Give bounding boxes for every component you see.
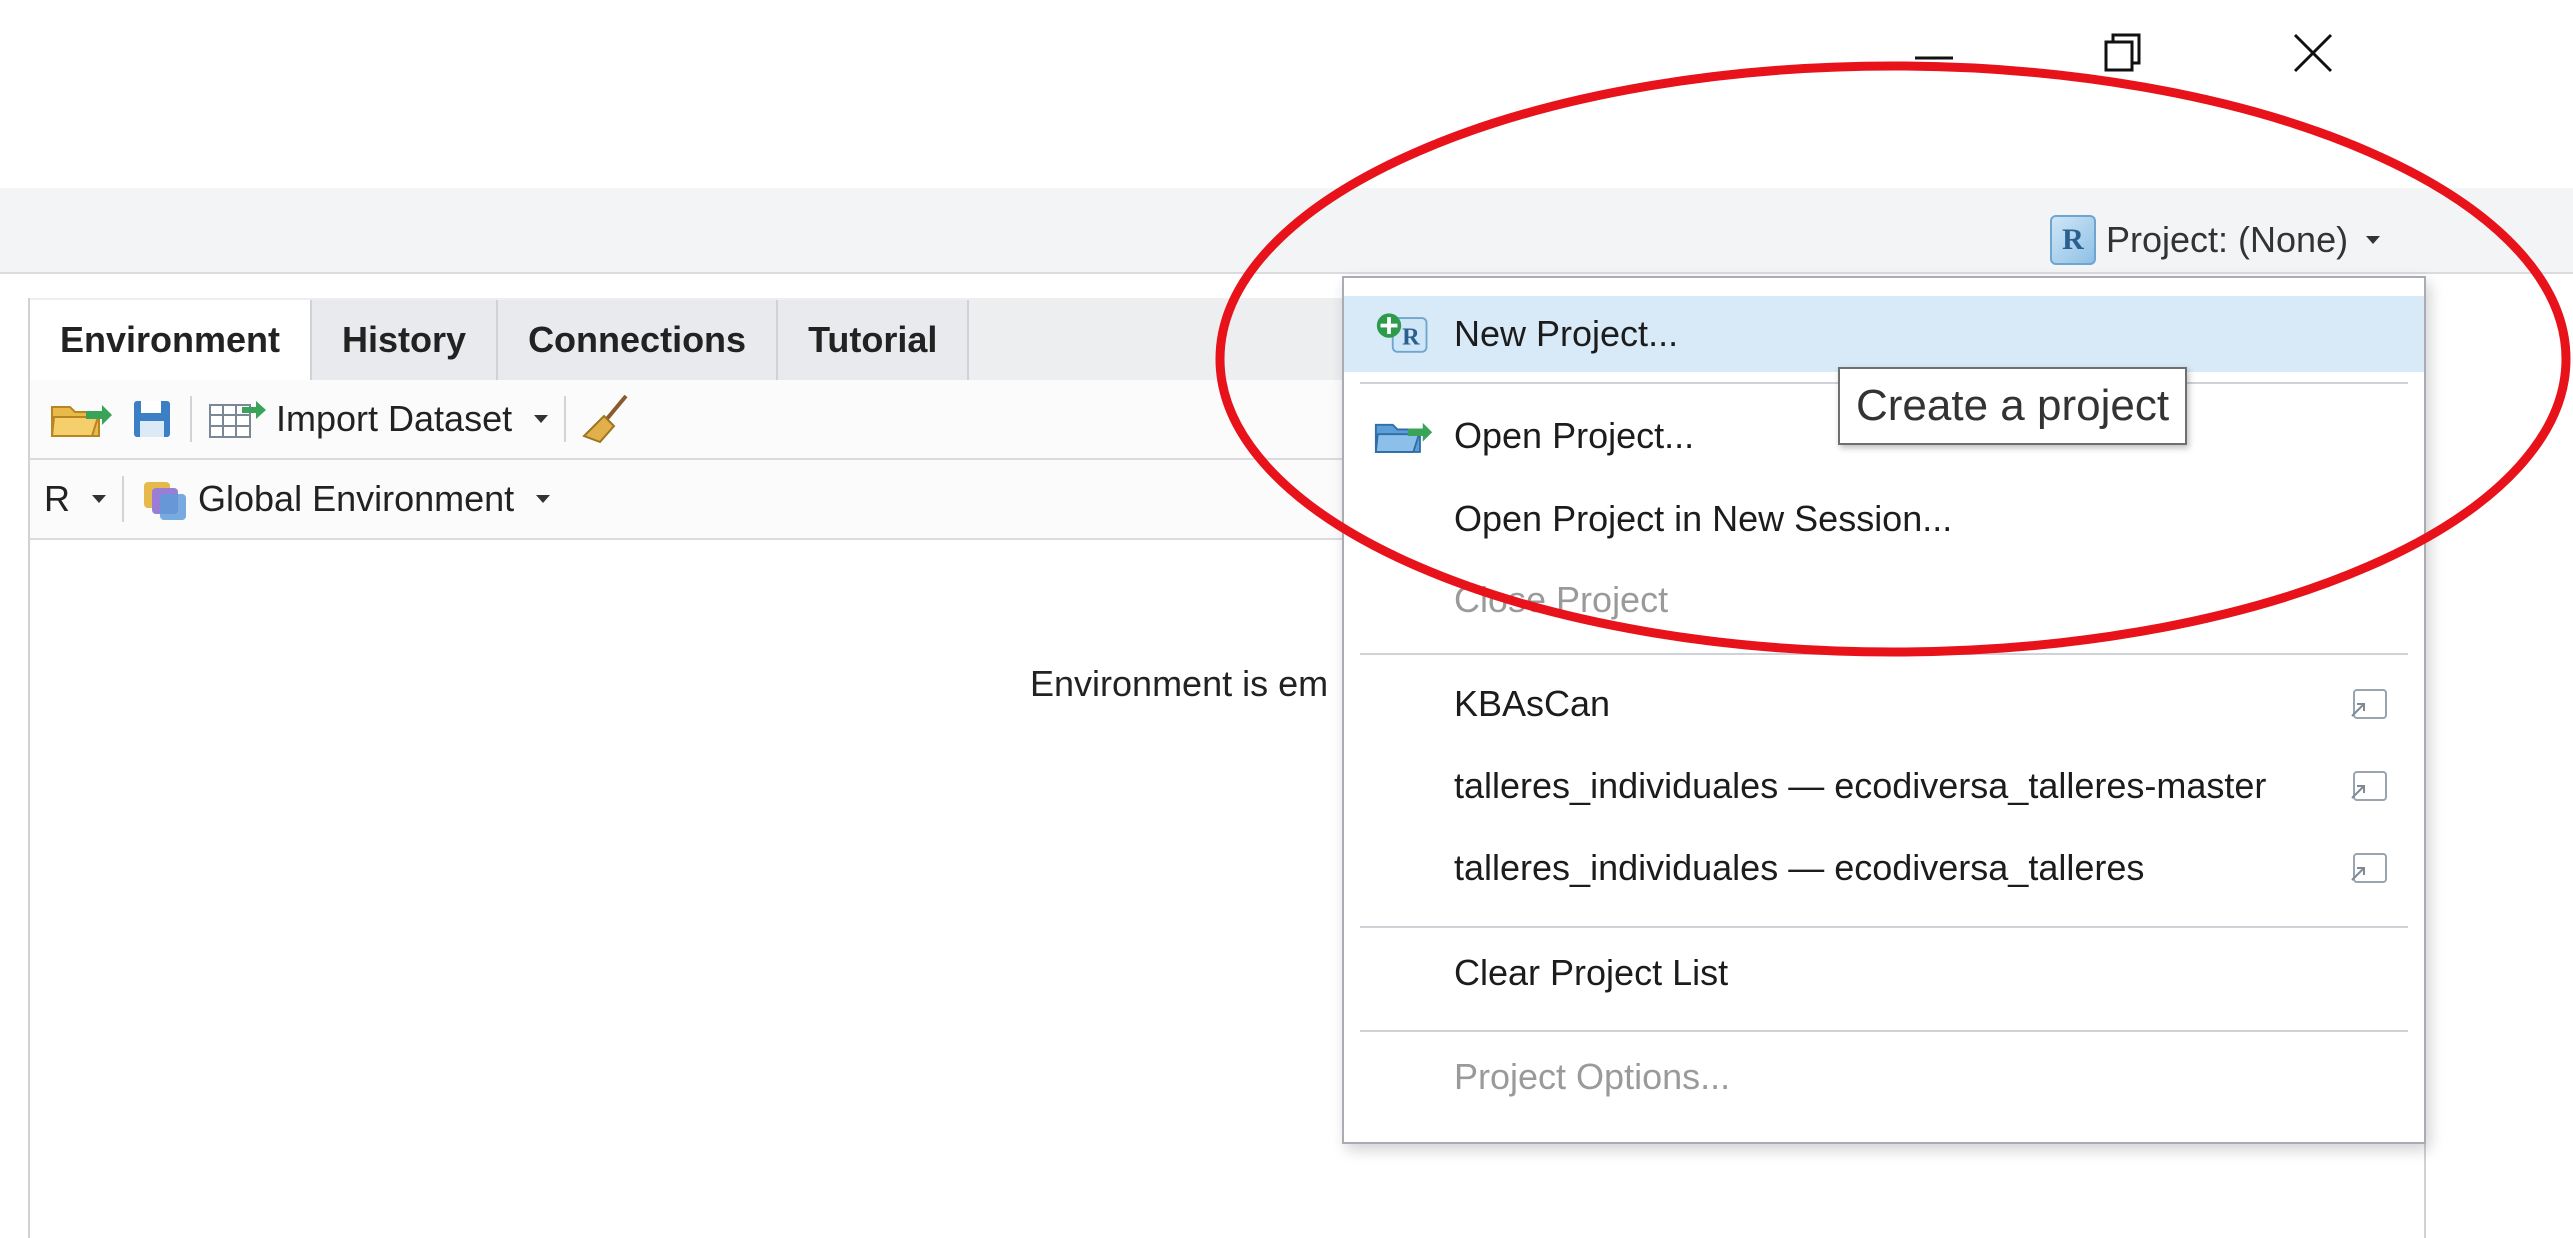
menu-item-label: Project Options... xyxy=(1454,1056,1731,1097)
menu-item-label: New Project... xyxy=(1454,313,1679,354)
menu-item-close-project: Close Project xyxy=(1344,562,2424,638)
r-project-icon: R xyxy=(2050,215,2096,265)
toolbar-separator xyxy=(122,476,124,522)
tooltip: Create a project xyxy=(1838,367,2188,445)
tab-tutorial[interactable]: Tutorial xyxy=(778,300,970,380)
menu-item-clear-project-list[interactable]: Clear Project List xyxy=(1344,935,2424,1011)
open-in-new-session-icon[interactable] xyxy=(2348,686,2390,722)
chevron-down-icon xyxy=(2366,236,2381,244)
recent-project-item[interactable]: talleres_individuales — ecodiversa_talle… xyxy=(1344,830,2424,906)
menu-item-label: Open Project... xyxy=(1454,415,1695,456)
minimize-icon xyxy=(1915,56,1953,60)
open-in-new-session-icon[interactable] xyxy=(2348,850,2390,886)
menu-item-label: Close Project xyxy=(1454,579,1669,620)
menu-item-label: KBAsCan xyxy=(1454,683,1611,724)
table-import-icon xyxy=(209,401,266,438)
new-project-icon: R xyxy=(1374,309,1434,359)
toolbar-separator xyxy=(190,396,192,442)
project-menu-button[interactable]: R Project: (None) xyxy=(2050,210,2381,270)
close-button[interactable] xyxy=(2268,18,2358,88)
menu-item-new-project[interactable]: R New Project... xyxy=(1344,296,2424,372)
toolbar-separator xyxy=(564,396,567,442)
open-folder-icon xyxy=(1374,411,1434,461)
tab-history[interactable]: History xyxy=(312,300,499,380)
menu-separator xyxy=(1360,653,2408,655)
minimize-button[interactable] xyxy=(1889,18,1979,88)
close-icon xyxy=(2293,33,2333,73)
save-workspace-button[interactable] xyxy=(122,397,182,441)
broom-icon xyxy=(582,394,628,444)
clear-workspace-button[interactable] xyxy=(574,394,640,444)
chevron-down-icon xyxy=(534,415,549,423)
chevron-down-icon xyxy=(92,495,106,503)
menu-separator xyxy=(1360,1030,2408,1032)
tab-history-label: History xyxy=(342,319,467,360)
menu-item-project-options: Project Options... xyxy=(1344,1039,2424,1115)
menu-item-label: Clear Project List xyxy=(1454,952,1729,993)
project-menu-label: Project: (None) xyxy=(2106,219,2349,260)
save-icon xyxy=(134,401,170,437)
tab-connections-label: Connections xyxy=(528,319,747,360)
language-selector[interactable]: R xyxy=(30,478,114,520)
restore-button[interactable] xyxy=(2078,18,2168,88)
tab-tutorial-label: Tutorial xyxy=(808,319,938,360)
restore-icon xyxy=(2104,33,2141,72)
import-dataset-button[interactable]: Import Dataset xyxy=(200,397,556,441)
language-label: R xyxy=(44,478,70,519)
environment-icon xyxy=(144,482,186,520)
svg-text:R: R xyxy=(1402,323,1420,350)
tab-environment-label: Environment xyxy=(60,319,281,360)
recent-project-item[interactable]: KBAsCan xyxy=(1344,666,2424,742)
recent-project-item[interactable]: talleres_individuales — ecodiversa_talle… xyxy=(1344,748,2424,824)
tab-connections[interactable]: Connections xyxy=(498,300,779,380)
menu-item-label: talleres_individuales — ecodiversa_talle… xyxy=(1454,765,2267,806)
menu-item-label: talleres_individuales — ecodiversa_talle… xyxy=(1454,847,2145,888)
open-folder-icon xyxy=(50,405,112,437)
load-workspace-button[interactable] xyxy=(30,397,122,441)
import-dataset-label: Import Dataset xyxy=(276,398,513,439)
environment-scope-selector[interactable]: Global Environment xyxy=(132,474,558,524)
environment-empty-message: Environment is em xyxy=(1030,663,1329,704)
menu-item-open-project-new-session[interactable]: Open Project in New Session... xyxy=(1344,481,2424,557)
left-pane-edge xyxy=(0,298,30,1228)
tab-environment[interactable]: Environment xyxy=(30,300,313,382)
chevron-down-icon xyxy=(536,495,551,503)
open-in-new-session-icon[interactable] xyxy=(2348,768,2390,804)
menu-separator xyxy=(1360,926,2408,928)
scope-label: Global Environment xyxy=(198,478,515,519)
menu-item-label: Open Project in New Session... xyxy=(1454,498,1953,539)
